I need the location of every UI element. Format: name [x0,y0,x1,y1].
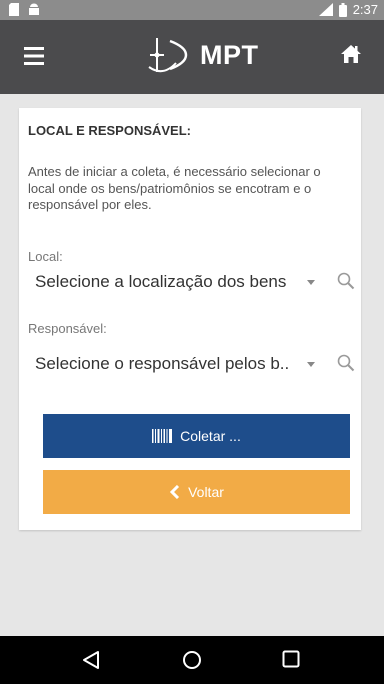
app-logo: MPT [140,37,259,73]
responsavel-select[interactable]: Selecione o responsável pelos b.. [35,350,355,378]
form-card: LOCAL E RESPONSÁVEL: Antes de iniciar a … [19,108,361,530]
intro-line: Antes de iniciar a coleta, é necessário … [28,164,321,179]
barcode-icon [152,429,173,443]
chevron-left-icon [169,485,180,499]
sd-card-icon [9,3,19,16]
back-button-label: Voltar [188,484,224,500]
status-right-icons: 2:37 [318,2,378,17]
app-bar: MPT [0,20,384,94]
hamburger-menu-icon[interactable] [24,47,44,65]
status-left-icons [8,3,40,16]
collect-button-label: Coletar ... [180,428,241,444]
section-title: LOCAL E RESPONSÁVEL: [28,123,192,138]
dropdown-caret-icon [307,362,315,367]
responsavel-select-value: Selecione o responsável pelos b.. [35,354,290,373]
intro-line: local onde os bens/patriomônios se encot… [28,180,312,196]
local-select[interactable]: Selecione a localização dos bens [35,268,355,296]
responsavel-label: Responsável: [28,321,107,336]
back-triangle-icon[interactable] [82,650,100,670]
status-time: 2:37 [352,2,378,17]
collect-button[interactable]: Coletar ... [43,414,350,458]
dropdown-caret-icon [307,280,315,285]
signal-icon [318,3,333,16]
local-label: Local: [28,249,63,264]
local-select-value: Selecione a localização dos bens [35,272,287,291]
battery-icon [338,2,347,17]
app-title: MPT [200,39,259,70]
intro-text: Antes de iniciar a coleta, é necessário … [28,164,358,214]
system-nav-bar [0,636,384,684]
mpt-logo-icon [148,38,188,73]
back-button[interactable]: Voltar [43,470,350,514]
local-search-icon[interactable] [337,272,355,290]
status-bar: 2:37 [0,0,384,20]
recents-square-icon[interactable] [282,650,300,668]
android-icon [29,3,39,16]
intro-line: responsável por eles. [28,197,152,212]
home-icon[interactable] [340,43,362,65]
home-circle-icon[interactable] [182,650,202,670]
responsavel-search-icon[interactable] [337,354,355,372]
